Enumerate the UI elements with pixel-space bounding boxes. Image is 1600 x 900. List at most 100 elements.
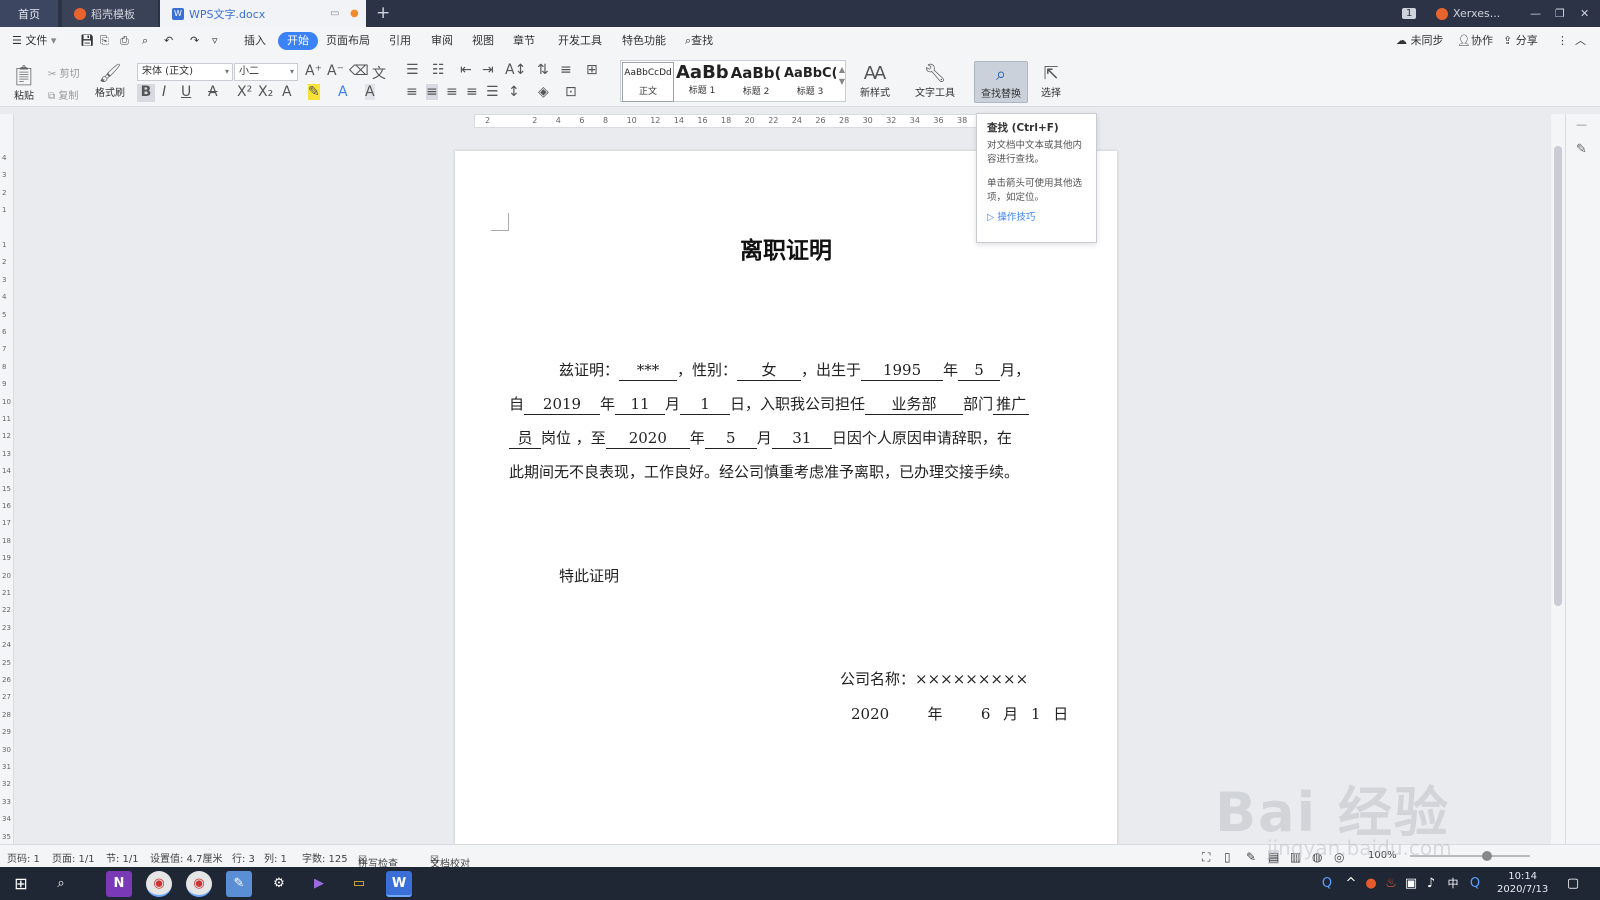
system-clock[interactable]: 10:14 2020/7/13	[1497, 870, 1548, 896]
windows-start-icon[interactable]: ⊞	[8, 871, 34, 897]
copy-button[interactable]: ⧉ 复制	[48, 87, 78, 102]
restore-icon[interactable]: ❐	[1555, 0, 1565, 27]
highlight-icon[interactable]: ✎	[308, 84, 320, 100]
new-style-button[interactable]: Ꜳ 新样式	[855, 63, 895, 99]
select-button[interactable]: ⇱ 选择	[1034, 63, 1068, 99]
menu-references[interactable]: 引用	[389, 32, 411, 50]
sort-icon[interactable]: ⇅	[537, 62, 549, 78]
shrink-font-icon[interactable]: A⁻	[327, 63, 344, 79]
menu-view[interactable]: 视图	[472, 32, 494, 50]
status-section[interactable]: 节: 1/1	[106, 850, 139, 865]
pen-icon[interactable]: ✎	[1576, 142, 1587, 157]
status-page-number[interactable]: 页码: 1	[7, 850, 40, 865]
decrease-indent-icon[interactable]: ⇤	[460, 62, 472, 78]
menu-search[interactable]: ⌕查找	[685, 32, 713, 50]
cut-button[interactable]: ✂ 剪切	[48, 65, 80, 80]
reading-mode-icon[interactable]: ▯	[1224, 850, 1231, 864]
tab-template[interactable]: 稻壳模板	[62, 0, 158, 27]
style-heading-2[interactable]: AaBb( 标题 2	[730, 62, 782, 102]
share-button[interactable]: ⇪ 分享	[1503, 32, 1538, 50]
edit-mode-icon[interactable]: ✎	[1246, 850, 1256, 864]
minimize-icon[interactable]: —	[1530, 0, 1541, 27]
close-icon[interactable]: ✕	[1580, 0, 1589, 27]
document-page[interactable]: 离职证明 兹证明： *** ，性别：女，出生于 1995 年 5 月， 自 2019 年 11 月 1…	[455, 151, 1117, 845]
network-icon[interactable]: ▣	[1402, 871, 1420, 897]
undo-icon[interactable]: ↶	[164, 32, 173, 50]
status-pages[interactable]: 页面: 1/1	[52, 850, 95, 865]
monitor-icon[interactable]: ▭	[330, 8, 339, 19]
print-icon[interactable]: ⎙	[120, 32, 129, 50]
strikethrough-icon[interactable]: A	[208, 84, 218, 100]
minus-icon[interactable]: —	[1576, 118, 1587, 131]
text-effect-icon[interactable]: A	[282, 84, 292, 100]
volume-icon[interactable]: ♪	[1422, 871, 1440, 897]
notepad-icon[interactable]: ✎	[226, 871, 252, 897]
tray-expand-icon[interactable]: ^	[1342, 871, 1360, 897]
distribute-icon[interactable]: ☰	[486, 84, 499, 100]
align-right-icon[interactable]: ≡	[446, 84, 458, 100]
paste-button[interactable]: 📋︎ 粘贴	[10, 63, 38, 102]
tab-document[interactable]: W WPS文字.docx ▭ ●	[160, 0, 366, 27]
numbered-list-icon[interactable]: ☷	[432, 62, 445, 78]
new-tab-button[interactable]: +	[376, 3, 390, 23]
increase-indent-icon[interactable]: ⇥	[482, 62, 494, 78]
eye-protect-icon[interactable]: ◎	[1334, 850, 1344, 864]
status-setting[interactable]: 设置值: 4.7厘米	[150, 850, 222, 865]
status-word-count[interactable]: 字数: 125	[302, 850, 348, 865]
text-tools-button[interactable]: 🔧︎ 文字工具	[909, 63, 961, 99]
text-direction-icon[interactable]: A↕	[505, 62, 526, 78]
taskbar-search-icon[interactable]: ⌕	[48, 871, 74, 897]
qq-tray-icon-2[interactable]: Q	[1466, 871, 1484, 897]
grow-font-icon[interactable]: A⁺	[305, 63, 322, 79]
align-left-icon[interactable]: ≡	[406, 84, 418, 100]
file-explorer-icon[interactable]: ▭	[346, 871, 372, 897]
zoom-slider-thumb[interactable]	[1482, 851, 1492, 861]
char-shading-icon[interactable]: A	[365, 84, 375, 100]
file-menu[interactable]: ☰ 文件 ▾	[12, 32, 56, 50]
superscript-icon[interactable]: X²	[237, 84, 252, 100]
outline-view-icon[interactable]: ▥	[1290, 850, 1301, 864]
borders-icon[interactable]: ⊡	[565, 84, 577, 100]
subscript-icon[interactable]: X₂	[258, 84, 273, 100]
chrome-profile-icon[interactable]: ◉	[186, 871, 212, 897]
menu-developer[interactable]: 开发工具	[558, 32, 602, 50]
print-preview-icon[interactable]: ⌕	[142, 32, 148, 50]
collapse-ribbon-icon[interactable]: ︿	[1575, 32, 1586, 50]
tray-fire-icon[interactable]: ♨	[1382, 871, 1400, 897]
style-heading-1[interactable]: AaBb 标题 1	[676, 62, 728, 102]
justify-icon[interactable]: ≡	[466, 84, 478, 100]
menu-chapter[interactable]: 章节	[513, 32, 535, 50]
vertical-scrollbar[interactable]	[1551, 114, 1565, 844]
notification-icon[interactable]: ▢	[1560, 871, 1586, 897]
ime-indicator[interactable]: 中	[1444, 871, 1462, 897]
bullet-list-icon[interactable]: ☰	[406, 62, 419, 78]
align-center-icon[interactable]: ≡	[426, 84, 438, 100]
window-count-badge[interactable]: 1	[1402, 0, 1417, 27]
qq-tray-icon[interactable]: Q	[1318, 871, 1336, 897]
styles-scroll-icon[interactable]: ▲ ▼	[838, 64, 846, 88]
underline-icon[interactable]: U	[181, 84, 191, 100]
font-name-select[interactable]: 宋体 (正文)	[137, 63, 233, 81]
status-col[interactable]: 列: 1	[264, 850, 287, 865]
italic-icon[interactable]: I	[162, 84, 166, 100]
style-heading-3[interactable]: AaBbC( 标题 3	[784, 62, 836, 102]
table-border-icon[interactable]: ⊞	[586, 62, 598, 78]
menu-special[interactable]: 特色功能	[622, 32, 666, 50]
horizontal-ruler[interactable]: 2 2 4 6 8 10 12 14 16 18 20 22 24 26 28 30 32 34 36 38	[474, 114, 982, 128]
chrome-icon[interactable]: ◉	[146, 871, 172, 897]
shading-icon[interactable]: ◈	[538, 84, 549, 100]
menu-review[interactable]: 审阅	[431, 32, 453, 50]
user-account[interactable]: Xerxes...	[1436, 0, 1500, 27]
font-size-select[interactable]: 小二	[234, 63, 298, 81]
fullscreen-icon[interactable]: ⛶	[1202, 850, 1210, 865]
tips-link[interactable]: ▷ 操作技巧	[987, 211, 1086, 225]
vertical-ruler[interactable]: 4 3 2 1 1 2 3 4 5 6 7 8 9 10 11 12 13 14 15 16 17 18 19 20 21 22 2…	[0, 114, 14, 844]
redo-icon[interactable]: ↷	[190, 32, 199, 50]
font-color-icon[interactable]: A	[338, 84, 348, 100]
collaborate-button[interactable]: 👤︎协作	[1457, 32, 1493, 50]
tray-app-icon[interactable]: ●	[1362, 871, 1380, 897]
clear-format-icon[interactable]: ⌫	[349, 63, 369, 79]
line-spacing-icon[interactable]: ≡	[560, 62, 572, 78]
menu-insert[interactable]: 插入	[244, 32, 266, 50]
settings-gear-icon[interactable]: ⚙	[266, 871, 292, 897]
